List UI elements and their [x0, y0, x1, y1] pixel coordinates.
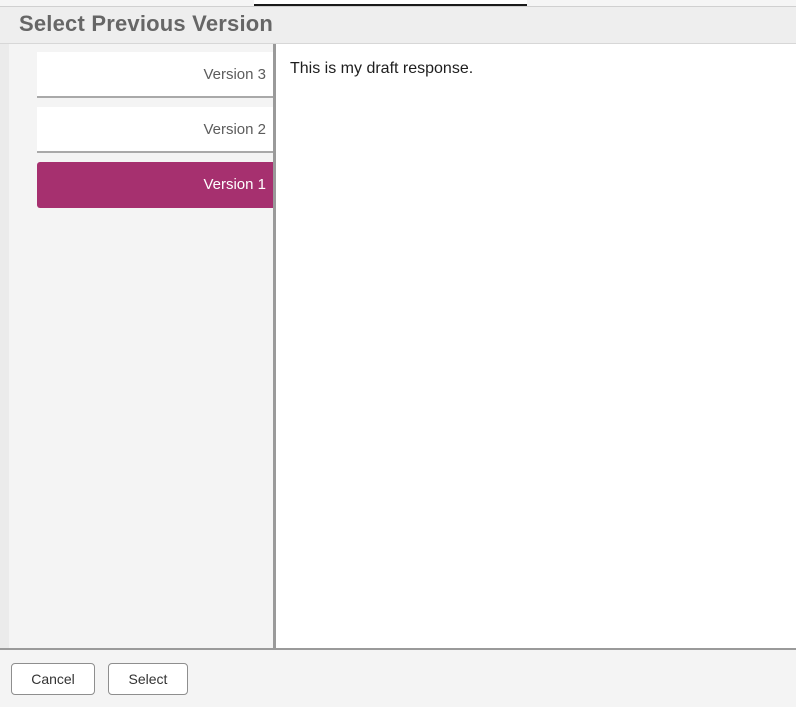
version-tab-label: Version 1 — [203, 176, 266, 193]
version-preview-panel: This is my draft response. — [276, 44, 796, 648]
select-button[interactable]: Select — [108, 663, 188, 695]
dialog-title: Select Previous Version — [19, 11, 274, 36]
version-tab-3[interactable]: Version 3 — [37, 52, 274, 98]
version-tab-label: Version 2 — [203, 121, 266, 138]
dialog-footer: Cancel Select — [0, 648, 796, 707]
version-tab-2[interactable]: Version 2 — [37, 107, 274, 153]
version-tab-1[interactable]: Version 1 — [37, 162, 274, 208]
dialog-title-bar: Select Previous Version — [0, 6, 796, 44]
version-tab-label: Version 3 — [203, 66, 266, 83]
cancel-button[interactable]: Cancel — [11, 663, 95, 695]
left-edge-strip — [0, 44, 9, 648]
version-preview-text: This is my draft response. — [290, 60, 474, 77]
